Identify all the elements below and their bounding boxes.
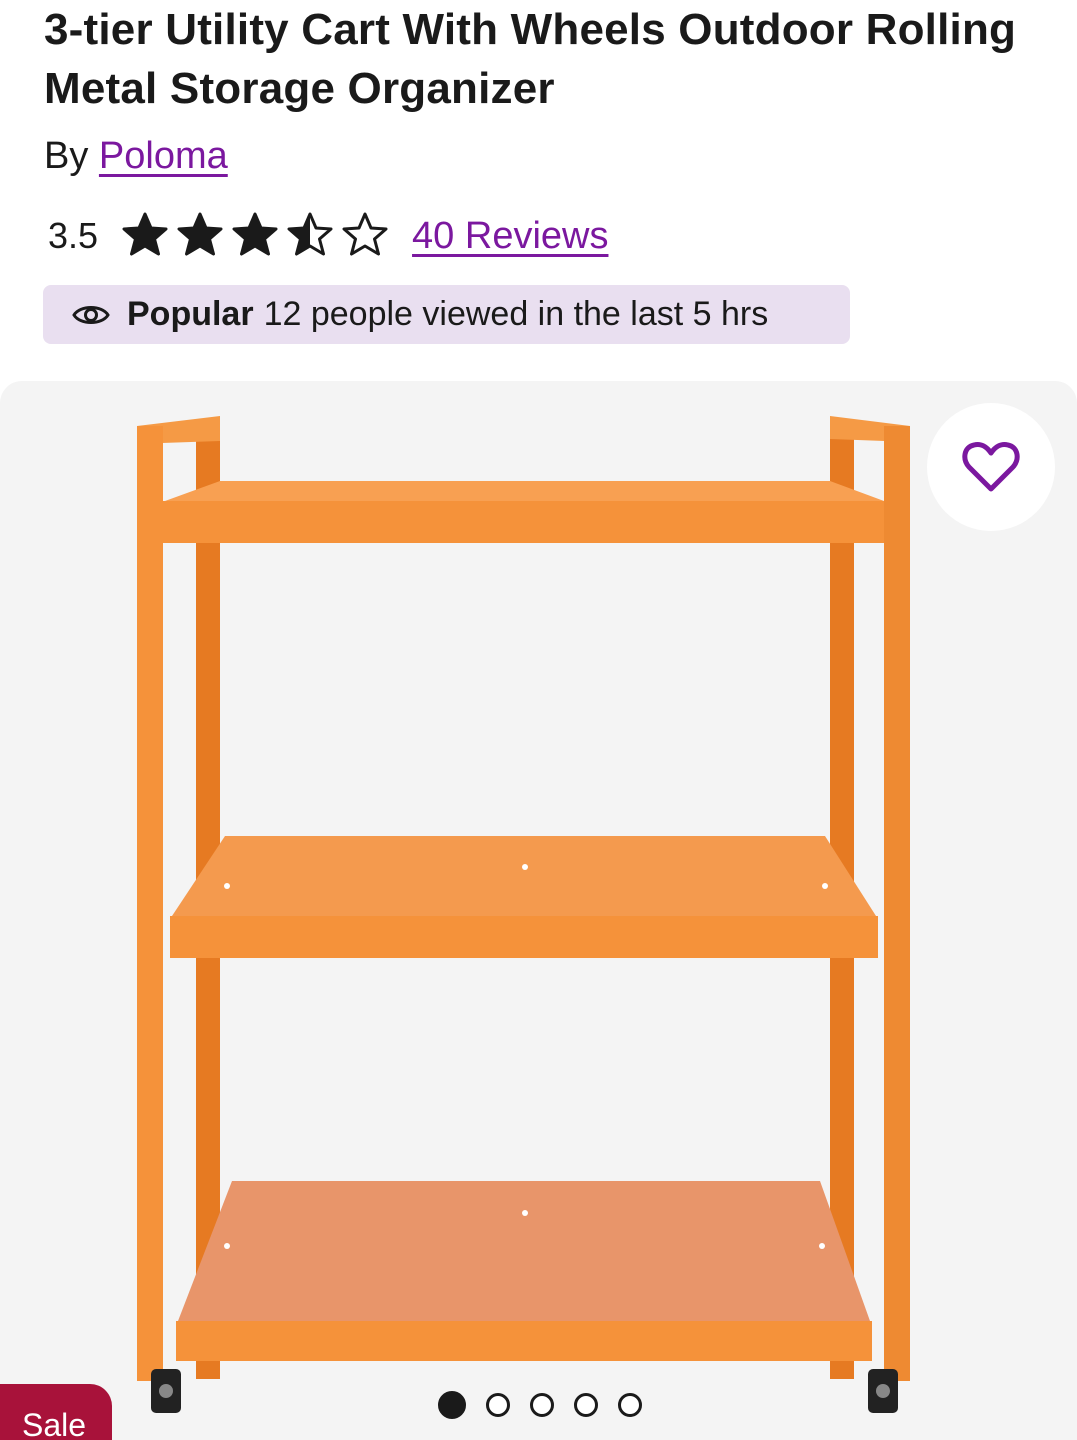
star-half-icon bbox=[287, 212, 333, 256]
eye-icon bbox=[72, 305, 110, 324]
star-rating[interactable] bbox=[120, 211, 390, 261]
carousel-dot[interactable] bbox=[530, 1393, 554, 1417]
carousel-dot[interactable] bbox=[486, 1393, 510, 1417]
carousel-dot[interactable] bbox=[438, 1391, 466, 1419]
favorite-button[interactable] bbox=[927, 403, 1055, 531]
popular-badge: Popular 12 people viewed in the last 5 h… bbox=[43, 285, 850, 344]
star-full-icon bbox=[177, 212, 223, 256]
rating-row: 3.5 40 Reviews bbox=[48, 208, 608, 264]
by-prefix: By bbox=[44, 135, 89, 177]
star-full-icon bbox=[122, 212, 168, 256]
product-image[interactable] bbox=[0, 381, 1077, 1440]
heart-outline-icon bbox=[962, 442, 1020, 492]
reviews-link[interactable]: 40 Reviews bbox=[412, 215, 608, 258]
popular-label: Popular bbox=[127, 295, 254, 333]
carousel-dot[interactable] bbox=[574, 1393, 598, 1417]
rating-value: 3.5 bbox=[48, 215, 99, 256]
carousel-dots bbox=[438, 1391, 642, 1419]
carousel-dot[interactable] bbox=[618, 1393, 642, 1417]
sale-badge: Sale bbox=[0, 1384, 112, 1440]
brand-link[interactable]: Poloma bbox=[99, 135, 228, 177]
star-empty-icon bbox=[342, 212, 388, 256]
brand-byline: By Poloma bbox=[44, 130, 228, 182]
product-image-gallery[interactable]: Sale bbox=[0, 381, 1077, 1440]
product-title: 3-tier Utility Cart With Wheels Outdoor … bbox=[44, 5, 1017, 113]
star-full-icon bbox=[232, 212, 278, 256]
popular-text: 12 people viewed in the last 5 hrs bbox=[263, 295, 769, 333]
